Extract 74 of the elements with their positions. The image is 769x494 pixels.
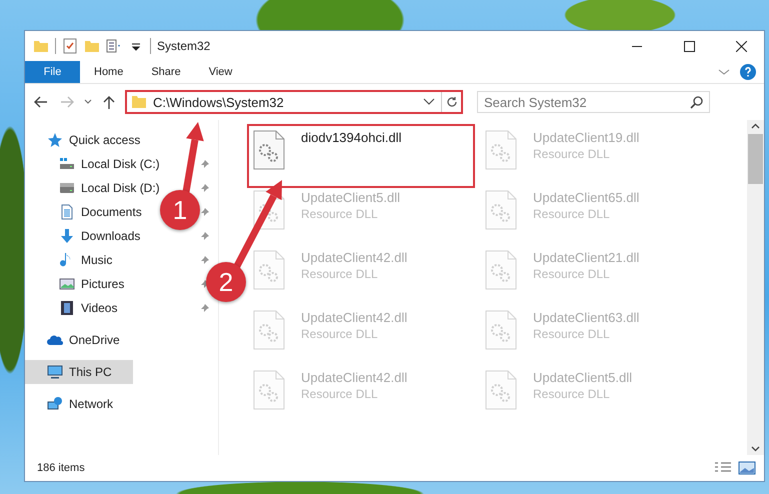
ribbon-tab[interactable]: View xyxy=(194,61,246,83)
gear-file-icon xyxy=(485,250,517,290)
checklist-icon[interactable] xyxy=(62,38,78,54)
file-type: Resource DLL xyxy=(301,387,379,401)
forward-icon xyxy=(60,96,74,108)
file-name: UpdateClient21.dll xyxy=(533,250,640,265)
file-name: UpdateClient42.dll xyxy=(301,310,408,325)
sidebar-item[interactable]: Music xyxy=(59,248,112,272)
gear-file-icon xyxy=(485,310,517,350)
sidebar-item[interactable]: Local Disk (D:) xyxy=(59,176,160,200)
file-name: UpdateClient65.dll xyxy=(533,190,640,205)
gear-file-icon xyxy=(485,370,517,410)
file-name: UpdateClient5.dll xyxy=(533,370,632,385)
file-name: UpdateClient19.dll xyxy=(533,130,640,145)
gear-file-icon xyxy=(253,190,285,230)
file-name: UpdateClient5.dll xyxy=(301,190,400,205)
gear-file-icon xyxy=(485,130,517,170)
videos-icon xyxy=(59,300,75,316)
file-type: Resource DLL xyxy=(533,327,611,341)
large-icons-view-icon[interactable] xyxy=(738,461,756,475)
sidebar-item[interactable]: Network xyxy=(47,392,114,416)
file-type: Resource DLL xyxy=(301,327,379,341)
gear-file-icon xyxy=(253,250,285,290)
ribbon-tab[interactable]: Home xyxy=(80,61,138,83)
file-type: Resource DLL xyxy=(533,387,611,401)
downloads-icon xyxy=(59,228,75,244)
file-type: Resource DLL xyxy=(301,267,379,281)
file-type: Resource DLL xyxy=(533,207,611,221)
address-bar[interactable]: C:\Windows\System32 xyxy=(125,90,463,114)
sidebar-item[interactable]: Quick access xyxy=(47,128,140,152)
file-menu-button[interactable]: File xyxy=(25,61,80,83)
search-icon xyxy=(690,96,703,109)
file-name: diodv1394ohci.dll xyxy=(301,130,402,145)
close-icon xyxy=(736,40,746,52)
file-type: Resource DLL xyxy=(533,267,611,281)
file-name: UpdateClient42.dll xyxy=(301,370,408,385)
chevron-down-icon xyxy=(84,99,92,105)
star-icon xyxy=(47,132,63,148)
gear-file-icon xyxy=(253,370,285,410)
sidebar-item[interactable]: Downloads xyxy=(59,224,140,248)
search-field[interactable]: Search System32 xyxy=(477,91,710,113)
gear-file-icon xyxy=(485,190,517,230)
sidebar-item[interactable]: OneDrive xyxy=(47,328,120,352)
item-count: 186 items xyxy=(37,462,86,474)
file-item[interactable]: diodv1394ohci.dll xyxy=(249,126,473,186)
chevron-down-icon[interactable] xyxy=(423,98,435,106)
scrollbar[interactable] xyxy=(747,120,764,455)
folder-icon xyxy=(131,94,147,110)
properties-icon[interactable] xyxy=(106,38,122,54)
back-icon xyxy=(34,96,48,108)
ribbon-tab[interactable]: Share xyxy=(137,61,195,83)
gear-file-icon xyxy=(253,310,285,350)
computer-icon xyxy=(47,364,63,380)
sidebar-item[interactable]: Local Disk (C:) xyxy=(59,152,160,176)
file-type: Resource DLL xyxy=(533,147,611,161)
sidebar-item[interactable]: Videos xyxy=(59,296,118,320)
sidebar-item[interactable]: Pictures xyxy=(59,272,124,296)
drive-icon xyxy=(59,156,75,172)
scroll-thumb[interactable] xyxy=(748,134,763,184)
help-button[interactable] xyxy=(740,64,756,80)
file-type: Resource DLL xyxy=(301,207,379,221)
documents-icon xyxy=(59,204,75,220)
up-icon xyxy=(103,95,115,109)
sidebar-item[interactable]: Documents xyxy=(59,200,142,224)
file-name: UpdateClient63.dll xyxy=(533,310,640,325)
network-icon xyxy=(47,396,63,412)
maximize-icon xyxy=(684,40,694,52)
drive-icon xyxy=(59,180,75,196)
gear-file-icon xyxy=(253,130,285,170)
sidebar-item[interactable]: This PC xyxy=(25,360,132,384)
refresh-icon xyxy=(446,96,458,108)
window-title: System32 xyxy=(157,39,210,53)
file-name: UpdateClient42.dll xyxy=(301,250,408,265)
pictures-icon xyxy=(59,276,75,292)
